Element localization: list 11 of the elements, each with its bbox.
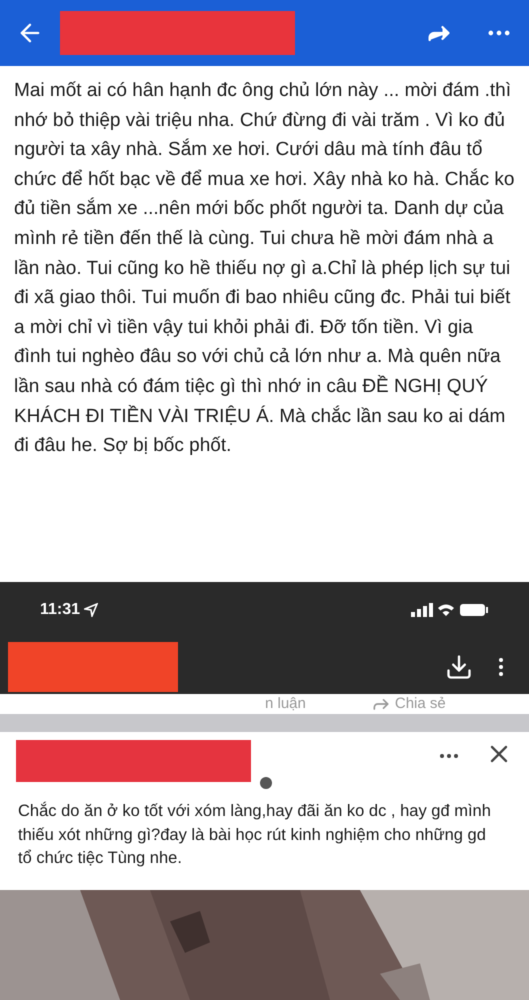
download-icon[interactable] <box>445 653 473 681</box>
comment-text: Chắc do ăn ở ko tốt với xóm làng,hay đãi ăn ko dc , hay gđ mình thiếu xót những gì?đay là bài học rút kinh nghiệm cho những gd tổ chức tiệc Tùng nhe. <box>17 800 492 869</box>
wifi-icon <box>437 603 455 617</box>
post-text: Mai mốt ai có hân hạnh đc ông chủ lớn này ... mời đám .thì nhớ bỏ thiệp vài triệu nha. Chứ đừng đi vài trăm . Vì ko đủ người ta xây nhà. Sắm xe hơi. Cưới dâu mà tính đâu tổ chức để hốt bạc về để mua xe hơi. Xây nhà ko hà. Chắc ko đủ tiền sắm xe ...nên mới bốc phốt người ta. Danh dự của mình rẻ tiền đến thế là cùng. Tui chưa hề mời đám nhà a lần nào. Tui cũng ko hề thiếu nợ gì a.Chỉ là phép lịch sự tui đi xã giao thôi. Tui muốn đi bao nhiêu cũng đc. Phải tui biết a mời chỉ vì tiền vậy tui khỏi phải đi. Đỡ tốn tiền. Vì gia đình tui nghèo đâu so với chủ cả lớn như a. Mà quên nữa lần sau nhà có đám tiệc gì thì nhớ in câu ĐỀ NGHỊ QUÝ KHÁCH ĐI TIỀN VÀI TRIỆU Á. Mà chắc lần sau ko ai dám đi đâu he. Sợ bị bốc phốt. <box>13 79 516 458</box>
share-label[interactable]: Chia sẻ <box>394 692 446 716</box>
location-arrow-icon <box>84 603 98 617</box>
battery-icon <box>459 603 489 617</box>
status-time: 11:31 <box>40 600 80 620</box>
comment-label[interactable]: n luận <box>265 692 306 716</box>
signal-icon <box>411 603 433 617</box>
globe-icon <box>259 776 273 790</box>
